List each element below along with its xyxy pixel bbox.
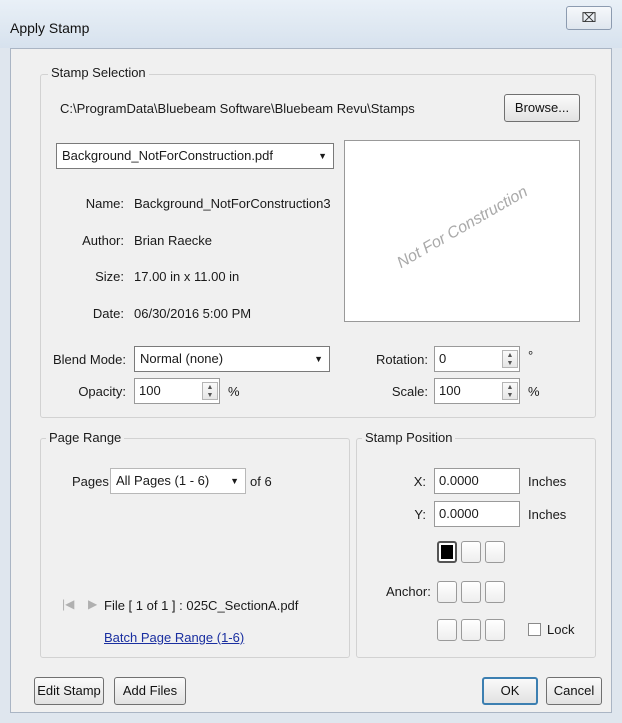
blend-mode-select[interactable]: Normal (none) ▼ xyxy=(134,346,330,372)
spin-up-icon[interactable]: ▲ xyxy=(203,383,217,391)
cancel-button[interactable]: Cancel xyxy=(546,677,602,705)
blend-mode-value: Normal (none) xyxy=(140,351,224,366)
browse-button[interactable]: Browse... xyxy=(504,94,580,122)
preview-watermark-text: Not For Construction xyxy=(394,183,531,272)
title-bar xyxy=(0,0,622,48)
size-value: 17.00 in x 11.00 in xyxy=(134,269,240,284)
rotation-label: Rotation: xyxy=(375,352,428,367)
anchor-bottom-right[interactable] xyxy=(485,619,505,641)
x-label: X: xyxy=(413,474,426,489)
scale-label: Scale: xyxy=(391,384,428,399)
name-label: Name: xyxy=(85,196,124,211)
anchor-bottom-center[interactable] xyxy=(461,619,481,641)
chevron-down-icon: ▼ xyxy=(230,476,239,486)
file-indicator: File [ 1 of 1 ] : 025C_SectionA.pdf xyxy=(104,598,299,613)
anchor-middle-right[interactable] xyxy=(485,581,505,603)
author-label: Author: xyxy=(82,233,124,248)
stamp-path: C:\ProgramData\Bluebeam Software\Bluebea… xyxy=(60,101,415,116)
x-input[interactable]: 0.0000 xyxy=(434,468,520,494)
name-value: Background_NotForConstruction3 xyxy=(134,196,331,211)
spin-up-icon[interactable]: ▲ xyxy=(503,383,517,391)
scale-unit: % xyxy=(528,384,540,399)
x-unit: Inches xyxy=(528,474,567,489)
pages-select[interactable]: All Pages (1 - 6) ▼ xyxy=(110,468,246,494)
scale-stepper[interactable]: ▲ ▼ xyxy=(502,382,518,400)
rotation-unit: ° xyxy=(528,348,534,363)
add-files-button[interactable]: Add Files xyxy=(114,677,186,705)
spin-down-icon[interactable]: ▼ xyxy=(503,359,517,367)
date-label: Date: xyxy=(92,306,124,321)
stamp-preview: Not For Construction xyxy=(344,140,580,322)
date-value: 06/30/2016 5:00 PM xyxy=(134,306,252,321)
stamp-position-legend: Stamp Position xyxy=(362,430,456,445)
rotation-stepper[interactable]: ▲ ▼ xyxy=(502,350,518,368)
stamp-selection-legend: Stamp Selection xyxy=(48,65,149,80)
close-button[interactable]: ⌧ xyxy=(566,6,612,30)
opacity-label: Opacity: xyxy=(78,384,126,399)
y-input[interactable]: 0.0000 xyxy=(434,501,520,527)
chevron-down-icon: ▼ xyxy=(314,354,323,364)
chevron-down-icon: ▼ xyxy=(318,151,327,161)
size-label: Size: xyxy=(95,269,124,284)
y-unit: Inches xyxy=(528,507,567,522)
stamp-file-value: Background_NotForConstruction.pdf xyxy=(62,148,274,163)
ok-button[interactable]: OK xyxy=(482,677,538,705)
opacity-unit: % xyxy=(228,384,240,399)
anchor-label: Anchor: xyxy=(386,584,431,599)
edit-stamp-button[interactable]: Edit Stamp xyxy=(34,677,104,705)
pages-label: Pages xyxy=(72,474,109,489)
pages-value: All Pages (1 - 6) xyxy=(116,473,210,488)
anchor-middle-left[interactable] xyxy=(437,581,457,603)
lock-label: Lock xyxy=(547,622,575,637)
author-value: Brian Raecke xyxy=(134,233,213,248)
blend-mode-label: Blend Mode: xyxy=(53,352,126,367)
lock-checkbox[interactable] xyxy=(528,623,541,636)
page-count: of 6 xyxy=(250,474,272,489)
window-title: Apply Stamp xyxy=(10,20,90,36)
anchor-middle-center[interactable] xyxy=(461,581,481,603)
opacity-stepper[interactable]: ▲ ▼ xyxy=(202,382,218,400)
first-file-icon[interactable]: |◀ xyxy=(62,597,74,611)
spin-up-icon[interactable]: ▲ xyxy=(503,351,517,359)
stamp-file-select[interactable]: Background_NotForConstruction.pdf ▼ xyxy=(56,143,334,169)
close-icon: ⌧ xyxy=(581,10,597,25)
spin-down-icon[interactable]: ▼ xyxy=(503,391,517,399)
anchor-top-left[interactable] xyxy=(437,541,457,563)
anchor-bottom-left[interactable] xyxy=(437,619,457,641)
y-label: Y: xyxy=(414,507,426,522)
next-file-icon[interactable]: ▶ xyxy=(88,597,97,611)
spin-down-icon[interactable]: ▼ xyxy=(203,391,217,399)
anchor-top-center[interactable] xyxy=(461,541,481,563)
page-range-legend: Page Range xyxy=(46,430,125,445)
batch-page-range-link[interactable]: Batch Page Range (1-6) xyxy=(104,630,244,645)
anchor-top-right[interactable] xyxy=(485,541,505,563)
